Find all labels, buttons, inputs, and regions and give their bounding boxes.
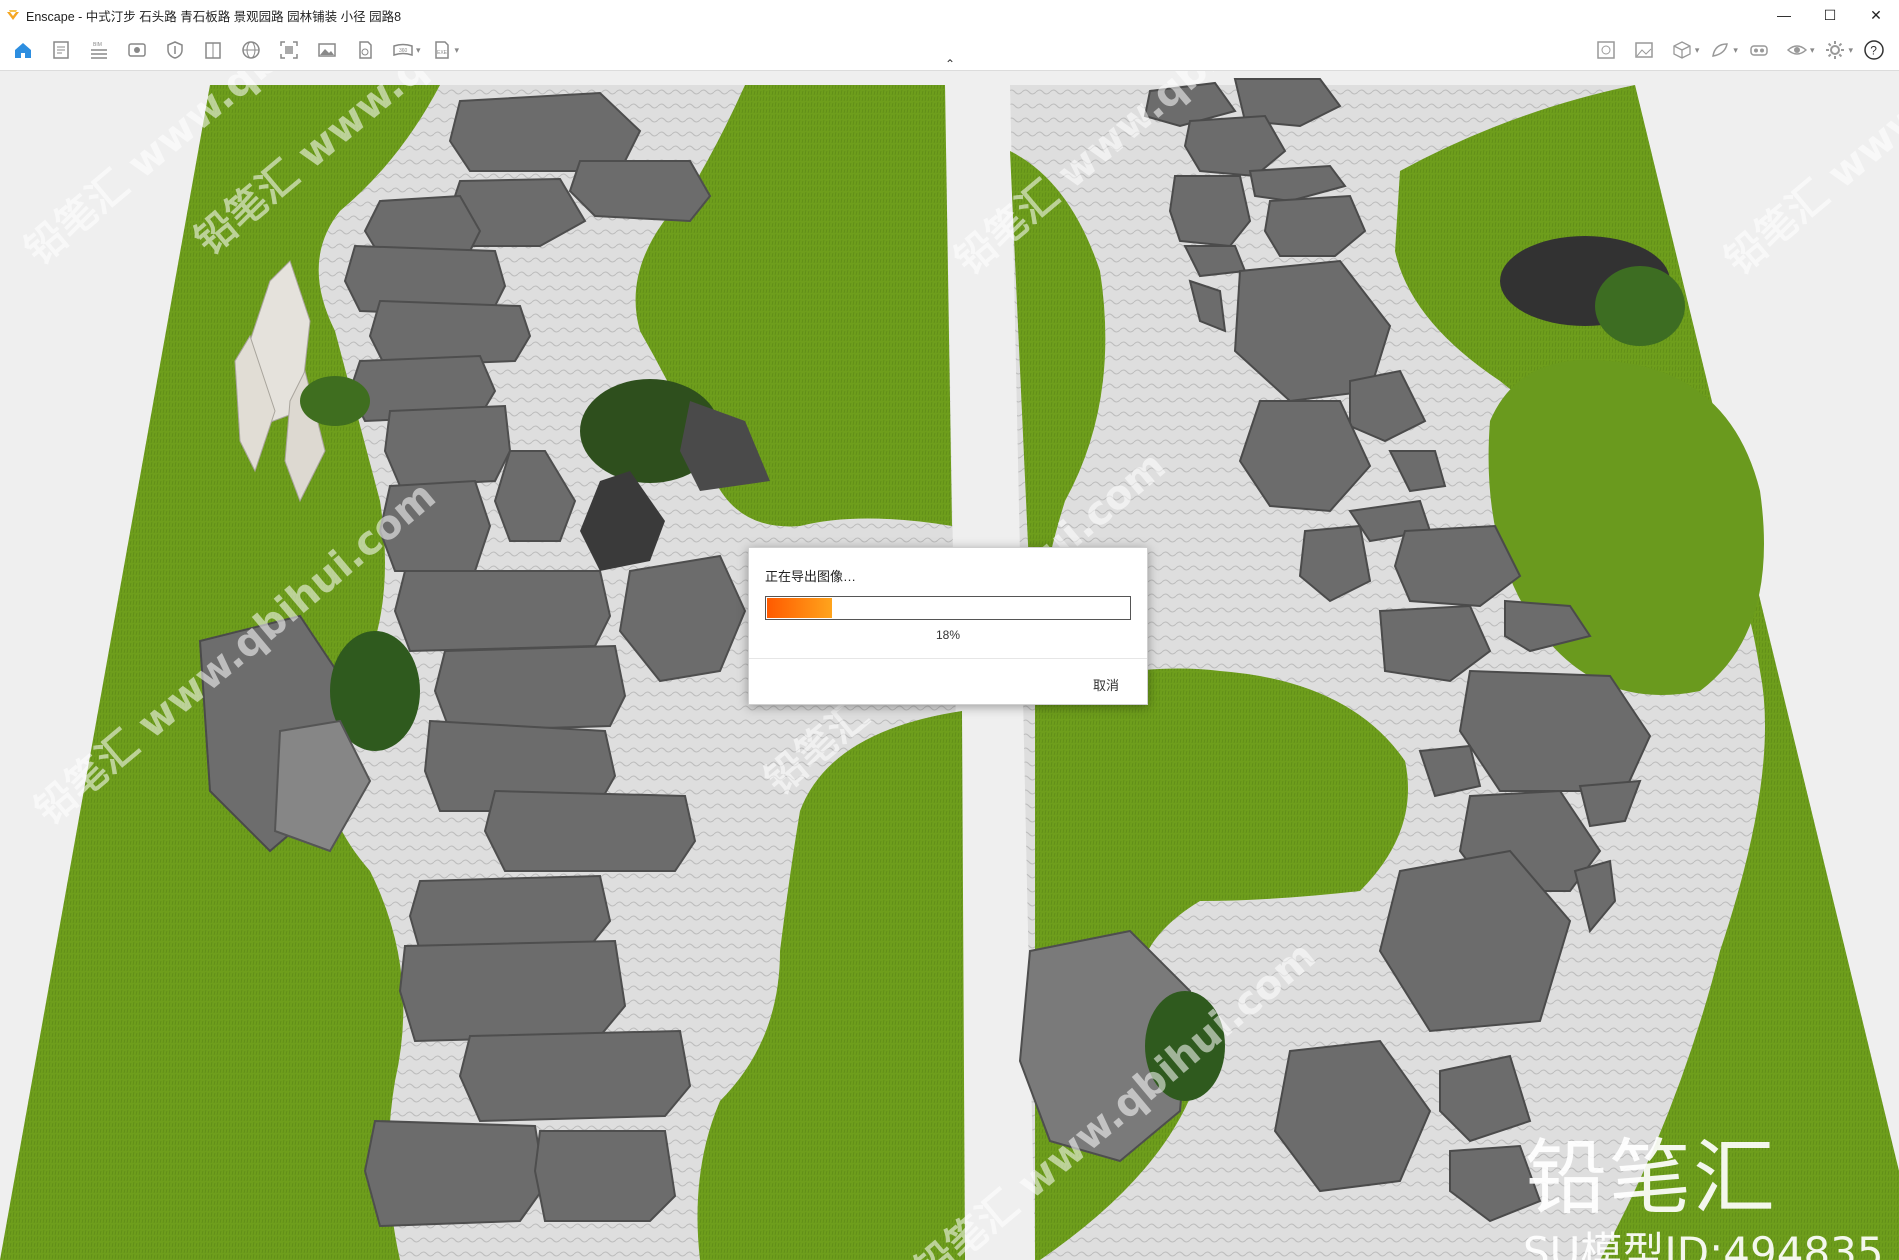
view-icon [128, 43, 146, 57]
image-icon [318, 43, 336, 57]
help-icon: ? [1864, 40, 1884, 60]
shield-icon [167, 41, 183, 59]
svg-text:EXE: EXE [437, 50, 448, 56]
visual-settings-eye-icon [1786, 45, 1808, 55]
panorama-icon: 360 [393, 43, 413, 57]
close-button[interactable]: ✕ [1853, 0, 1899, 30]
export-progress-dialog: 正在导出图像… 18% 取消 [748, 547, 1148, 705]
material-dropdown-caret[interactable]: ▾ [1733, 45, 1738, 56]
watermark-brand: 铅笔汇 [1525, 1131, 1778, 1226]
document-icon [53, 41, 69, 59]
cube-dropdown-caret[interactable]: ▾ [1695, 45, 1700, 56]
vr-headset-button[interactable] [1745, 36, 1773, 64]
home-icon [15, 43, 31, 58]
export-button[interactable]: EXE [428, 36, 456, 64]
progress-percent-label: 18% [935, 628, 961, 642]
globe-icon [242, 41, 260, 59]
bim-button[interactable]: BIM [85, 36, 113, 64]
minimize-button[interactable]: — [1761, 0, 1807, 30]
document-button[interactable] [47, 36, 75, 64]
export-progress-bar [765, 596, 1131, 620]
export-icon: EXE [434, 41, 449, 59]
screenshot-icon [280, 41, 298, 59]
gallery-button[interactable] [1630, 36, 1658, 64]
refresh-document-button[interactable] [351, 36, 379, 64]
toolbar-left-group: BIM 360 ▾ EXE ▾ [4, 36, 461, 64]
bim-list-icon: BIM [91, 42, 107, 59]
cube-button[interactable] [1668, 36, 1696, 64]
home-button[interactable] [9, 36, 37, 64]
book-icon [205, 42, 221, 59]
settings-dropdown-caret[interactable]: ▾ [1848, 45, 1853, 56]
material-icon [1712, 43, 1729, 57]
book-button[interactable] [199, 36, 227, 64]
dialog-divider [749, 658, 1147, 659]
settings-button[interactable] [1821, 36, 1849, 64]
visual-settings-button[interactable] [1783, 36, 1811, 64]
image-button[interactable] [313, 36, 341, 64]
panorama-dropdown-caret[interactable]: ▾ [416, 45, 421, 56]
svg-text:?: ? [1870, 44, 1877, 58]
screenshot-button[interactable] [275, 36, 303, 64]
gallery-icon [1635, 42, 1653, 58]
help-button[interactable]: ? [1860, 36, 1888, 64]
settings-gear-icon [1826, 41, 1845, 59]
view-button[interactable] [123, 36, 151, 64]
material-button[interactable] [1706, 36, 1734, 64]
visual-settings-dropdown-caret[interactable]: ▾ [1810, 45, 1815, 56]
enscape-logo-icon [7, 10, 19, 20]
progress-fill [767, 598, 832, 618]
title-bar: Enscape - 中式汀步 石头路 青石板路 景观园路 园林铺装 小径 园路8… [0, 0, 1899, 31]
window-title: Enscape - 中式汀步 石头路 青石板路 景观园路 园林铺装 小径 园路8 [26, 9, 402, 24]
cancel-button[interactable]: 取消 [1093, 675, 1119, 694]
maximize-button[interactable]: ☐ [1807, 0, 1853, 30]
toolbar-right-group: ▾ ▾ ▾ ▾ ? [1587, 36, 1893, 64]
globe-button[interactable] [237, 36, 265, 64]
dialog-title: 正在导出图像… [765, 569, 857, 584]
panorama-button[interactable]: 360 [389, 36, 417, 64]
export-dropdown-caret[interactable]: ▾ [455, 45, 460, 56]
watermark-model-id: SU模型ID:494835 [1523, 1228, 1884, 1260]
svg-text:360: 360 [399, 48, 408, 54]
shield-button[interactable] [161, 36, 189, 64]
collapse-toolbar-toggle[interactable]: ⌃ [940, 58, 960, 70]
vr-headset-icon [1750, 45, 1768, 56]
svg-text:BIM: BIM [93, 42, 102, 48]
refresh-doc-icon [359, 41, 372, 59]
cube-icon [1673, 41, 1691, 59]
asset-library-icon [1597, 41, 1615, 59]
asset-library-button[interactable] [1592, 36, 1620, 64]
